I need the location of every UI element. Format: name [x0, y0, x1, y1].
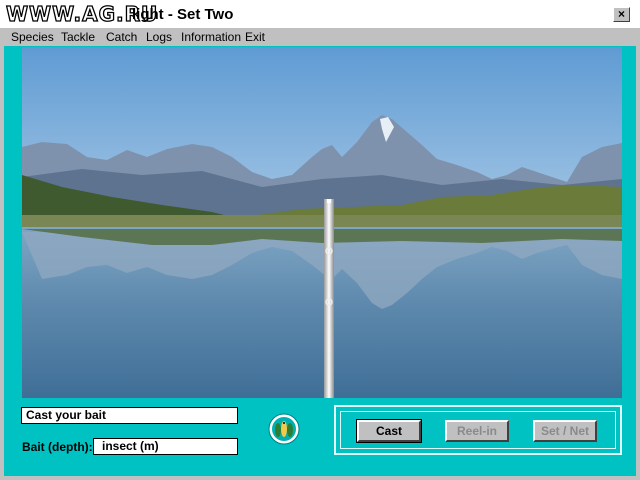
menu-item-logs[interactable]: Logs: [146, 30, 172, 44]
bait-label: Bait (depth):: [22, 440, 93, 454]
menu-item-information[interactable]: Information: [181, 30, 241, 44]
window-title: light - Set Two: [132, 6, 234, 23]
set-net-button[interactable]: Set / Net: [533, 420, 597, 442]
reel-in-button[interactable]: Reel-in: [445, 420, 509, 442]
menu-item-catch[interactable]: Catch: [106, 30, 137, 44]
shoreline: [22, 215, 622, 227]
menu-item-exit[interactable]: Exit: [245, 30, 265, 44]
close-button[interactable]: ×: [613, 7, 630, 22]
bait-field[interactable]: insect (m): [93, 438, 238, 455]
menu-item-species[interactable]: Species: [11, 30, 54, 44]
menu-item-tackle[interactable]: Tackle: [61, 30, 95, 44]
cast-button[interactable]: Cast: [356, 419, 422, 443]
title-bar: WWW.AG.RU light - Set Two ×: [0, 0, 640, 28]
menu-bar: Species Tackle Catch Logs Information Ex…: [0, 28, 640, 46]
fish-species-icon[interactable]: [268, 413, 300, 445]
fishing-scene[interactable]: [22, 47, 622, 398]
status-message: Cast your bait: [21, 407, 238, 424]
